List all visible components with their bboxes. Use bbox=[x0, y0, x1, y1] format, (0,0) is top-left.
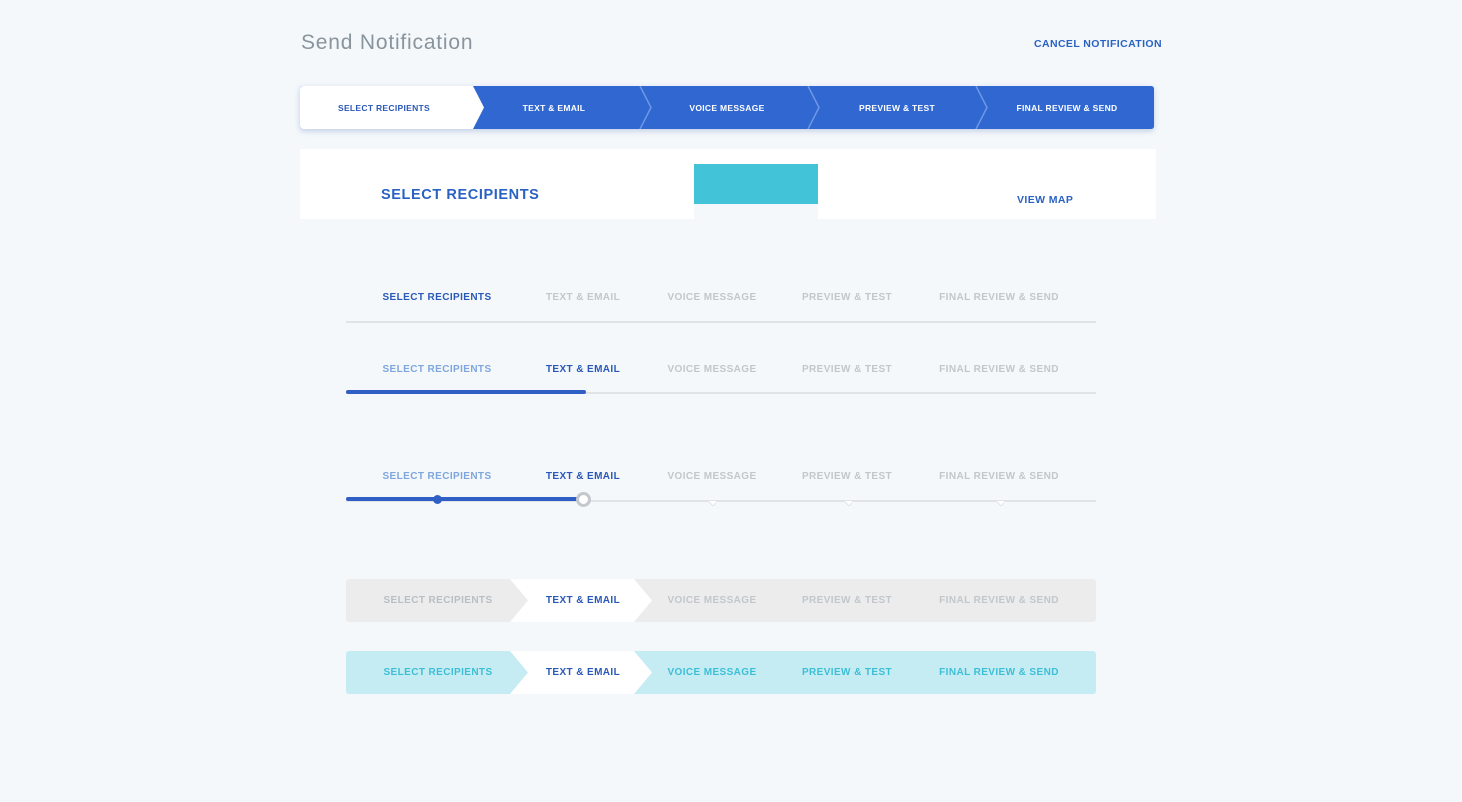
step-tick-final-review[interactable] bbox=[996, 501, 1004, 506]
underline-track bbox=[346, 321, 1096, 323]
tab-select-recipients[interactable]: SELECT RECIPIENTS bbox=[383, 595, 492, 606]
tab-voice-message[interactable]: VOICE MESSAGE bbox=[667, 292, 756, 303]
stepper-primary-step-select-recipients[interactable]: SELECT RECIPIENTS bbox=[300, 86, 468, 129]
card-active-tab[interactable] bbox=[694, 164, 818, 204]
tab-voice-message[interactable]: VOICE MESSAGE bbox=[667, 471, 756, 482]
step-tick-preview-test[interactable] bbox=[844, 501, 852, 506]
tab-final-review[interactable]: FINAL REVIEW & SEND bbox=[939, 364, 1059, 375]
tab-select-recipients[interactable]: SELECT RECIPIENTS bbox=[382, 364, 491, 375]
tab-text-email[interactable]: TEXT & EMAIL bbox=[546, 471, 620, 482]
stepper-primary: SELECT RECIPIENTS TEXT & EMAIL VOICE MES… bbox=[300, 86, 1154, 129]
step-dot-current[interactable] bbox=[576, 491, 591, 507]
cancel-notification-link[interactable]: CANCEL NOTIFICATION bbox=[1034, 38, 1162, 50]
card-title: SELECT RECIPIENTS bbox=[381, 187, 540, 203]
tab-voice-message[interactable]: VOICE MESSAGE bbox=[667, 364, 756, 375]
tab-preview-test[interactable]: PREVIEW & TEST bbox=[802, 292, 892, 303]
dots-progress-fill bbox=[346, 497, 586, 501]
tab-final-review[interactable]: FINAL REVIEW & SEND bbox=[939, 667, 1059, 678]
stepper-chevron-teal: SELECT RECIPIENTS TEXT & EMAIL VOICE MES… bbox=[346, 651, 1096, 694]
tab-select-recipients[interactable]: SELECT RECIPIENTS bbox=[383, 667, 492, 678]
step-dot-done[interactable] bbox=[433, 494, 442, 504]
tab-final-review[interactable]: FINAL REVIEW & SEND bbox=[939, 595, 1059, 606]
tab-preview-test[interactable]: PREVIEW & TEST bbox=[802, 471, 892, 482]
tab-preview-test[interactable]: PREVIEW & TEST bbox=[802, 667, 892, 678]
step-tick-voice-message[interactable] bbox=[708, 501, 716, 506]
tab-text-email[interactable]: TEXT & EMAIL bbox=[546, 595, 620, 606]
progress-fill bbox=[346, 390, 586, 394]
card-tab-gap bbox=[694, 204, 818, 219]
tab-text-email[interactable]: TEXT & EMAIL bbox=[546, 667, 620, 678]
stepper-primary-step-text-email[interactable]: TEXT & EMAIL bbox=[480, 86, 628, 129]
recipients-card: SELECT RECIPIENTS VIEW MAP bbox=[300, 149, 1156, 219]
stepper-primary-step-preview-test[interactable]: PREVIEW & TEST bbox=[818, 86, 976, 129]
stepper-primary-step-voice-message[interactable]: VOICE MESSAGE bbox=[650, 86, 804, 129]
tab-preview-test[interactable]: PREVIEW & TEST bbox=[802, 364, 892, 375]
stepper-chevron-grey: SELECT RECIPIENTS TEXT & EMAIL VOICE MES… bbox=[346, 579, 1096, 622]
view-map-link[interactable]: VIEW MAP bbox=[1017, 194, 1073, 206]
tab-select-recipients[interactable]: SELECT RECIPIENTS bbox=[382, 471, 491, 482]
tab-text-email[interactable]: TEXT & EMAIL bbox=[546, 364, 620, 375]
tab-select-recipients[interactable]: SELECT RECIPIENTS bbox=[382, 292, 491, 303]
tab-text-email[interactable]: TEXT & EMAIL bbox=[546, 292, 620, 303]
tab-voice-message[interactable]: VOICE MESSAGE bbox=[667, 595, 756, 606]
tab-voice-message[interactable]: VOICE MESSAGE bbox=[667, 667, 756, 678]
page-title: Send Notification bbox=[301, 31, 474, 54]
tab-final-review[interactable]: FINAL REVIEW & SEND bbox=[939, 292, 1059, 303]
stepper-primary-step-final-review[interactable]: FINAL REVIEW & SEND bbox=[986, 86, 1148, 129]
tab-preview-test[interactable]: PREVIEW & TEST bbox=[802, 595, 892, 606]
tab-final-review[interactable]: FINAL REVIEW & SEND bbox=[939, 471, 1059, 482]
